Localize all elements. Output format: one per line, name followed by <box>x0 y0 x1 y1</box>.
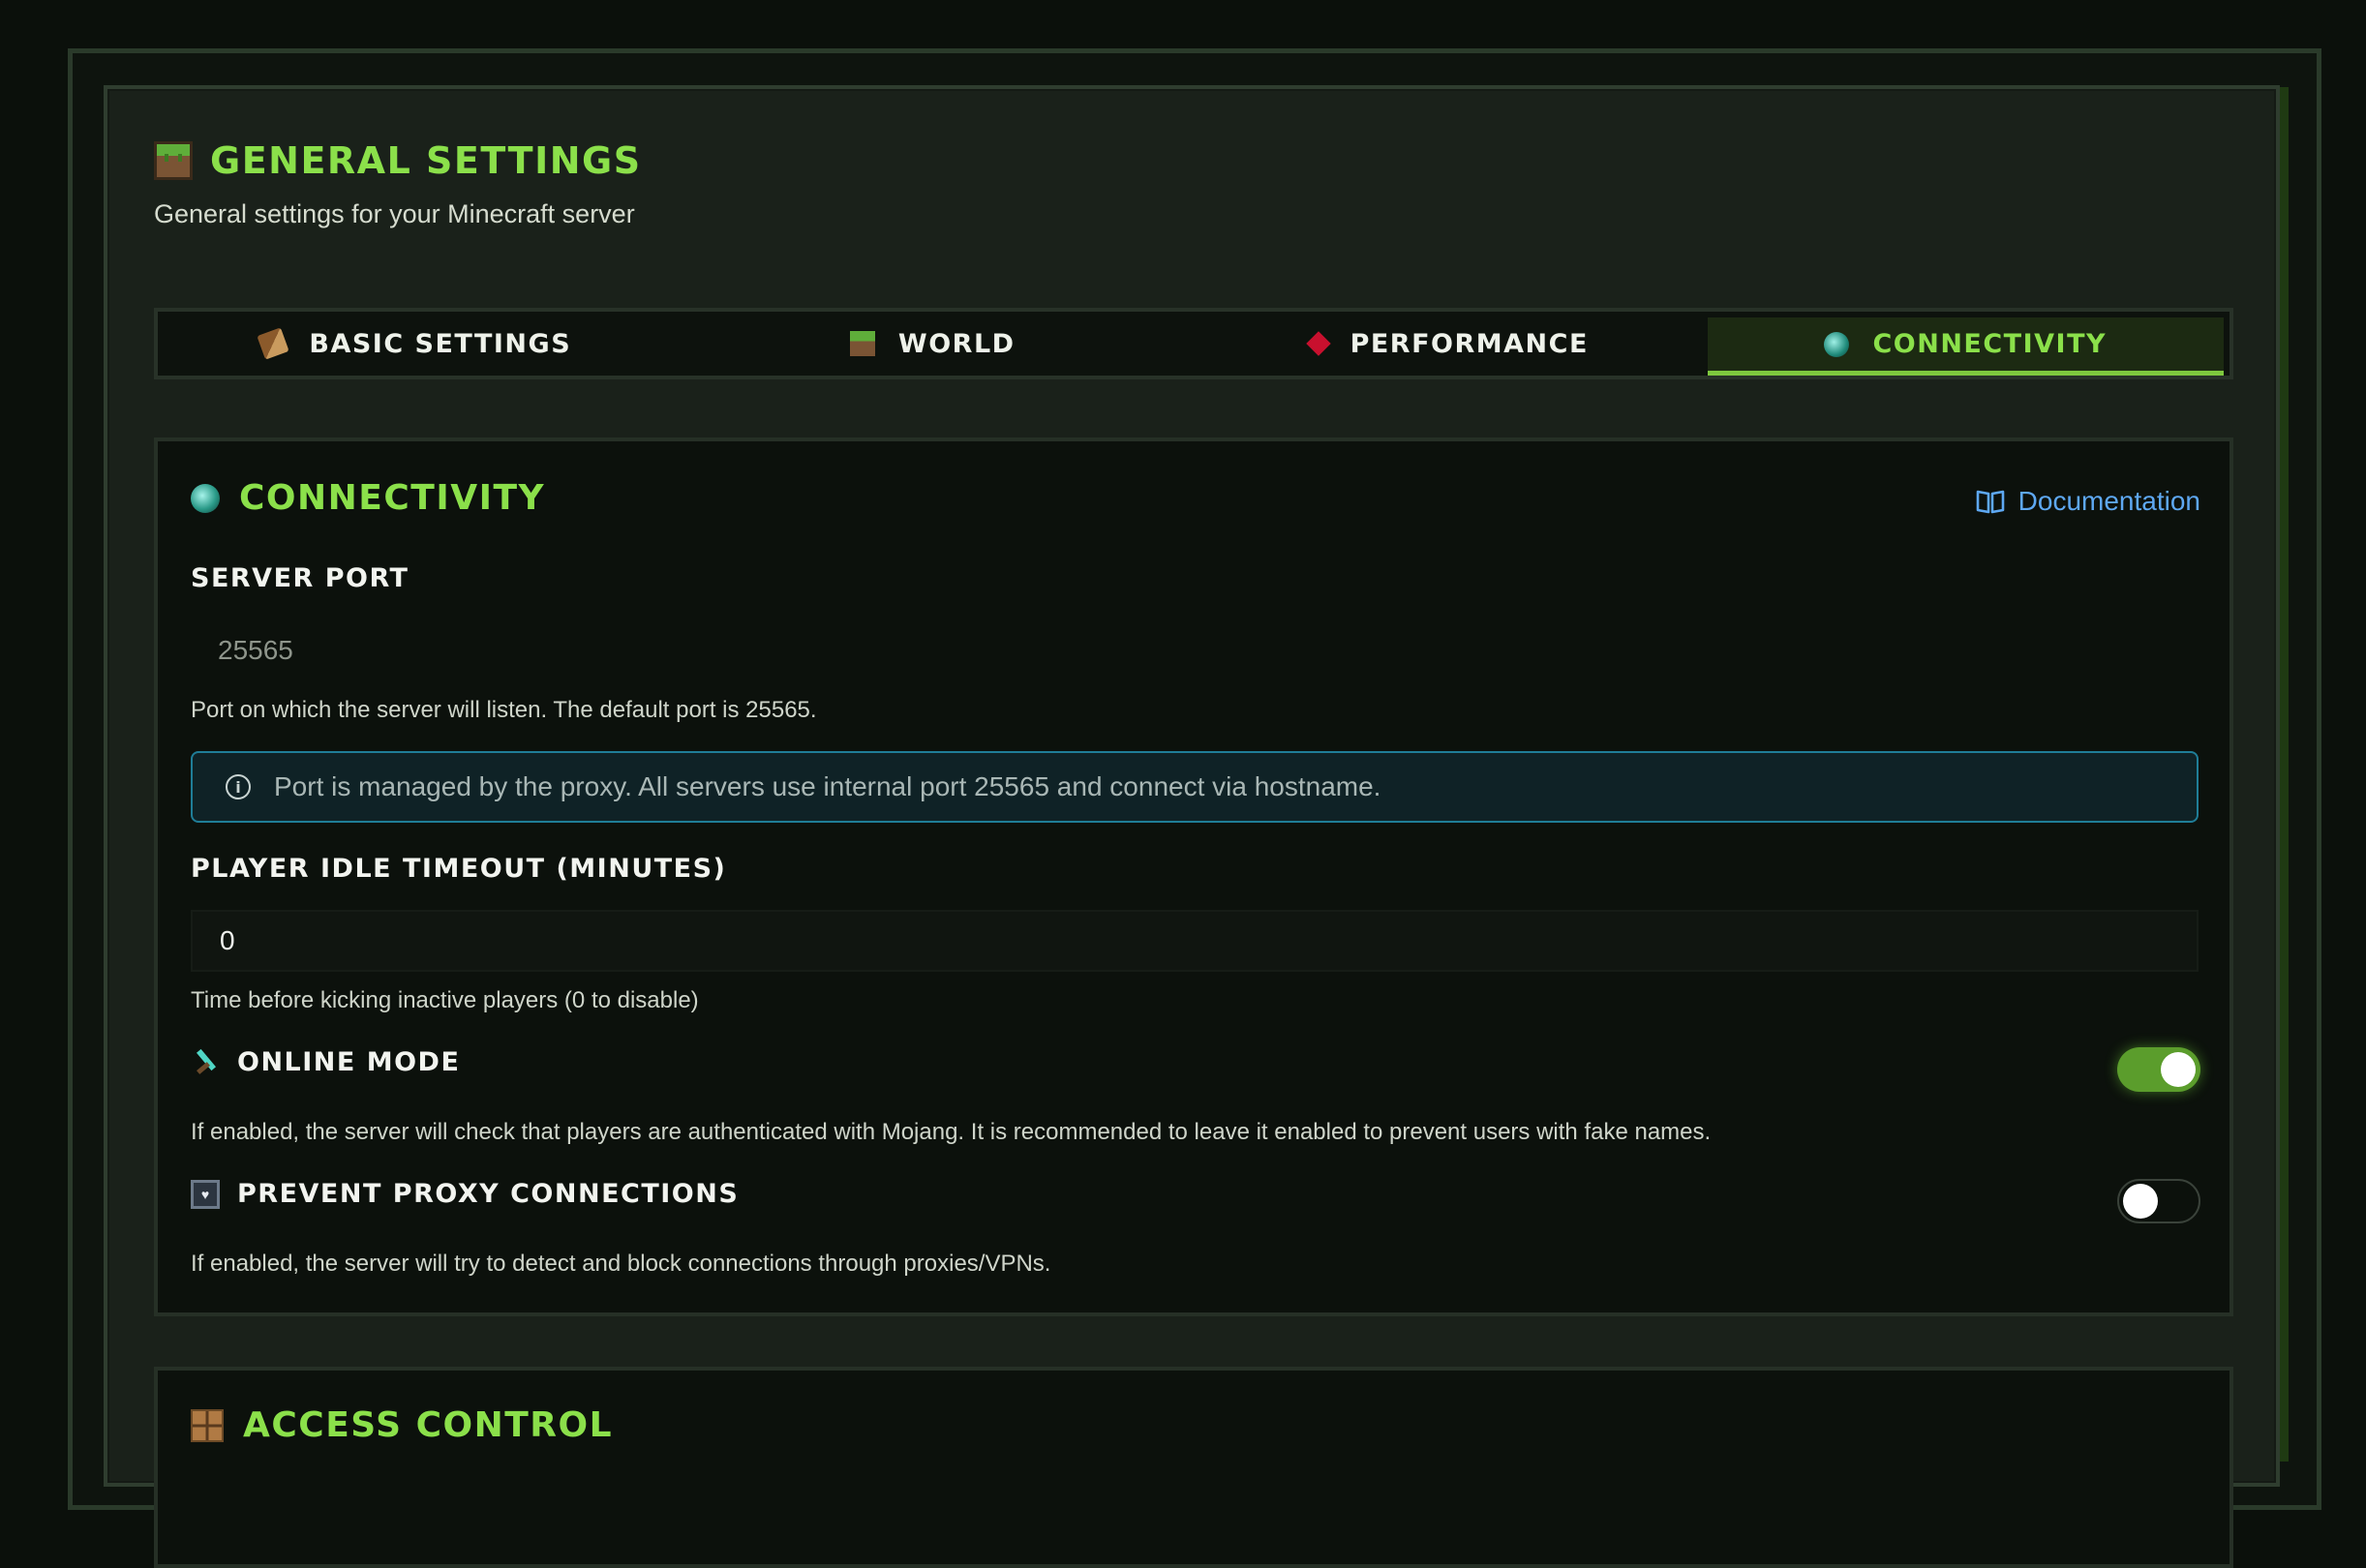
tab-label: CONNECTIVITY <box>1872 329 2108 359</box>
prevent-proxy-help: If enabled, the server will try to detec… <box>191 1251 1051 1277</box>
proxy-info-text: Port is managed by the proxy. All server… <box>274 771 1381 801</box>
section-header: CONNECTIVITY <box>191 478 545 518</box>
ender-pearl-icon <box>1824 331 1850 357</box>
idle-timeout-input[interactable] <box>191 910 2199 972</box>
toggle-knob <box>2123 1184 2158 1219</box>
open-book-icon <box>1976 490 2004 514</box>
page-title: GENERAL SETTINGS <box>210 139 642 182</box>
connectivity-card: CONNECTIVITY Documentation SERVER PORT P… <box>154 437 2233 1316</box>
settings-panel: GENERAL SETTINGS General settings for yo… <box>104 85 2280 1568</box>
idle-timeout-label: PLAYER IDLE TIMEOUT (MINUTES) <box>191 854 727 884</box>
info-icon: i <box>226 774 251 799</box>
access-control-card: ACCESS CONTROL <box>154 1367 2233 1568</box>
tab-label: BASIC SETTINGS <box>309 328 572 359</box>
tab-label: PERFORMANCE <box>1350 328 1589 359</box>
proxy-info-alert: i Port is managed by the proxy. All serv… <box>191 751 2199 823</box>
documentation-link[interactable]: Documentation <box>1976 486 2200 517</box>
documentation-label: Documentation <box>2017 486 2200 516</box>
server-port-input[interactable] <box>191 619 2199 681</box>
diamond-sword-icon <box>191 1048 220 1077</box>
prevent-proxy-row: ♥ PREVENT PROXY CONNECTIONS <box>191 1179 739 1209</box>
server-port-label: SERVER PORT <box>191 563 410 593</box>
online-mode-toggle[interactable] <box>2117 1047 2200 1092</box>
book-icon <box>257 327 290 360</box>
ender-pearl-icon <box>191 483 220 513</box>
tab-label: WORLD <box>897 328 1016 359</box>
section-title: ACCESS CONTROL <box>243 1405 614 1445</box>
tab-world[interactable]: WORLD <box>675 312 1192 376</box>
online-mode-label: ONLINE MODE <box>237 1047 461 1077</box>
shield-icon: ♥ <box>191 1179 220 1209</box>
grass-block-icon <box>154 141 193 180</box>
section-title: CONNECTIVITY <box>239 478 546 518</box>
prevent-proxy-label: PREVENT PROXY CONNECTIONS <box>237 1179 740 1209</box>
online-mode-help: If enabled, the server will check that p… <box>191 1119 1712 1145</box>
title-row: GENERAL SETTINGS <box>154 139 642 182</box>
prevent-proxy-toggle[interactable] <box>2117 1179 2200 1223</box>
tab-connectivity[interactable]: CONNECTIVITY <box>1707 317 2224 376</box>
grass-block-icon <box>849 331 875 356</box>
crafting-table-icon <box>191 1408 224 1442</box>
section-header: ACCESS CONTROL <box>191 1405 613 1445</box>
page-subtitle: General settings for your Minecraft serv… <box>154 199 635 228</box>
idle-timeout-help: Time before kicking inactive players (0 … <box>191 987 699 1013</box>
page-header: GENERAL SETTINGS General settings for yo… <box>154 139 642 229</box>
online-mode-row: ONLINE MODE <box>191 1047 460 1077</box>
settings-tabs: BASIC SETTINGS WORLD PERFORMANCE CONNECT… <box>154 308 2233 379</box>
redstone-icon <box>1305 331 1331 356</box>
toggle-knob <box>2161 1052 2196 1087</box>
server-port-help: Port on which the server will listen. Th… <box>191 697 817 723</box>
tab-performance[interactable]: PERFORMANCE <box>1191 312 1708 376</box>
tab-basic-settings[interactable]: BASIC SETTINGS <box>158 312 675 376</box>
